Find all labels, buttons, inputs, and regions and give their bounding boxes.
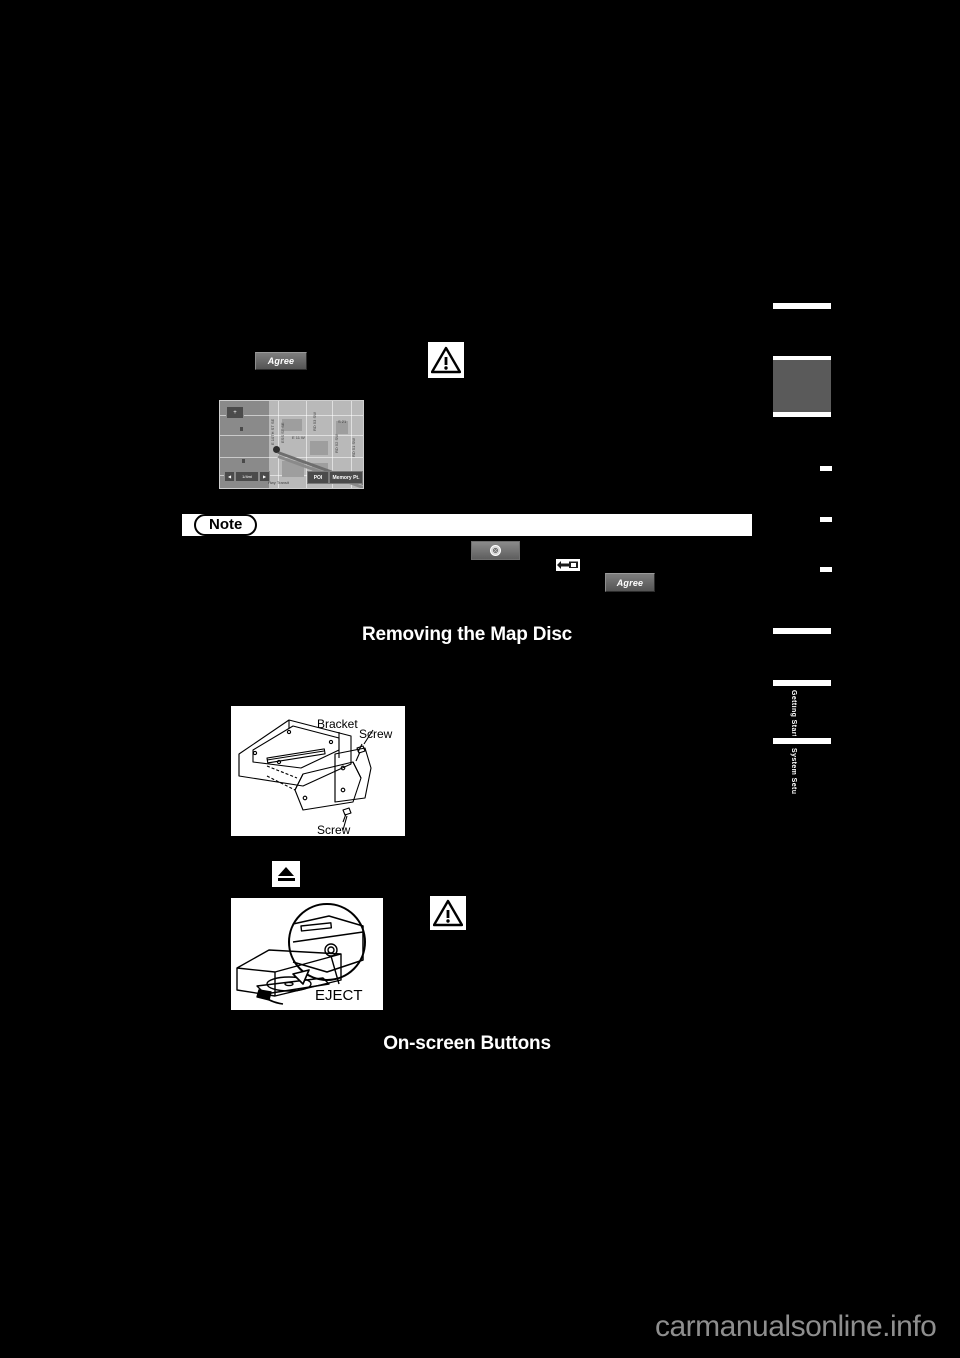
map-disc-button-icon: ◎: [490, 545, 501, 556]
map-zoom-in-button[interactable]: +: [226, 406, 244, 419]
manual-page: Agree + ◀ 1/4mi ▶ POI Memory Pt. E 10TH …: [0, 0, 960, 1358]
map-memory-pt-label: Memory Pt.: [332, 474, 360, 481]
current-position-marker: [273, 446, 280, 453]
map-memory-pt-button[interactable]: Memory Pt.: [329, 471, 363, 484]
index-tab-tick[interactable]: [820, 466, 832, 471]
bracket-label: Bracket: [317, 717, 358, 731]
map-scale-label: 1/4mi: [242, 474, 252, 479]
map-arrow-left-label: ◀: [227, 474, 232, 479]
pointing-hand-icon: [556, 559, 580, 571]
warning-triangle-icon: [433, 899, 463, 927]
map-street-label: S 21: [338, 419, 347, 424]
index-tab-rule[interactable]: [773, 412, 831, 417]
screw-label-top: Screw: [359, 727, 393, 741]
map-disc-button-inline[interactable]: ◎: [471, 541, 520, 560]
index-tab-rule[interactable]: [773, 303, 831, 309]
index-tab-vertical-label-2[interactable]: System Setup: [789, 748, 797, 794]
bracket-removal-diagram: Bracket Screw Screw: [238, 717, 393, 837]
map-zoom-in-label: +: [233, 409, 237, 416]
map-poi-button[interactable]: POI: [307, 471, 329, 484]
agree-button-top-label: Agree: [267, 356, 295, 366]
eject-button-figure: EJECT: [231, 898, 383, 1010]
note-label: Note: [194, 513, 258, 537]
map-street-label: RD 53 SW: [312, 412, 317, 431]
index-tab-rule[interactable]: [773, 738, 831, 744]
map-street-label: E 11 W: [292, 435, 305, 440]
map-screenshot: + ◀ 1/4mi ▶ POI Memory Pt. E 10TH ST SE …: [219, 400, 364, 489]
agree-button-top[interactable]: Agree: [255, 352, 307, 370]
warning-triangle-top: [428, 342, 464, 378]
map-street-label: ESS ST SE: [280, 422, 285, 443]
map-arrow-right-label: ▶: [262, 474, 267, 479]
pointing-hand-glyph: [557, 561, 578, 569]
note-header-bar: Note: [182, 513, 752, 537]
index-tab-rule[interactable]: [773, 628, 831, 634]
watermark: carmanualsonline.info: [655, 1310, 937, 1343]
index-tab-tick[interactable]: [820, 517, 832, 522]
eject-button-diagram: EJECT: [236, 903, 366, 1005]
map-scale-chip[interactable]: 1/4mi: [235, 471, 259, 482]
map-street-label: Hwy Transit: [268, 480, 289, 485]
map-poi-label: POI: [313, 474, 323, 481]
map-street-label: E 10TH ST SE: [270, 418, 275, 445]
index-tab-vertical-label-1[interactable]: Getting Started: [789, 690, 797, 736]
map-scroll-left-button[interactable]: ◀: [224, 471, 235, 482]
eject-symbol-icon: [272, 861, 300, 887]
warning-triangle-lower: [430, 896, 466, 930]
index-tab-rule[interactable]: [773, 680, 831, 686]
heading-removing-map-disc: Removing the Map Disc: [361, 624, 573, 645]
index-tab-tick[interactable]: [820, 567, 832, 572]
index-tab-active-block[interactable]: [773, 360, 831, 412]
agree-button-note-label: Agree: [616, 577, 644, 588]
map-street-label: RD 52 SW: [334, 434, 339, 453]
warning-triangle-icon: [431, 346, 461, 374]
screw-label-bottom: Screw: [317, 823, 351, 836]
eject-label: EJECT: [315, 987, 363, 1004]
bracket-removal-figure: Bracket Screw Screw: [231, 706, 405, 837]
heading-on-screen-buttons: On-screen Buttons: [383, 1033, 551, 1054]
agree-button-note[interactable]: Agree: [605, 573, 655, 592]
map-street-label: RD 51 SW: [351, 438, 356, 457]
